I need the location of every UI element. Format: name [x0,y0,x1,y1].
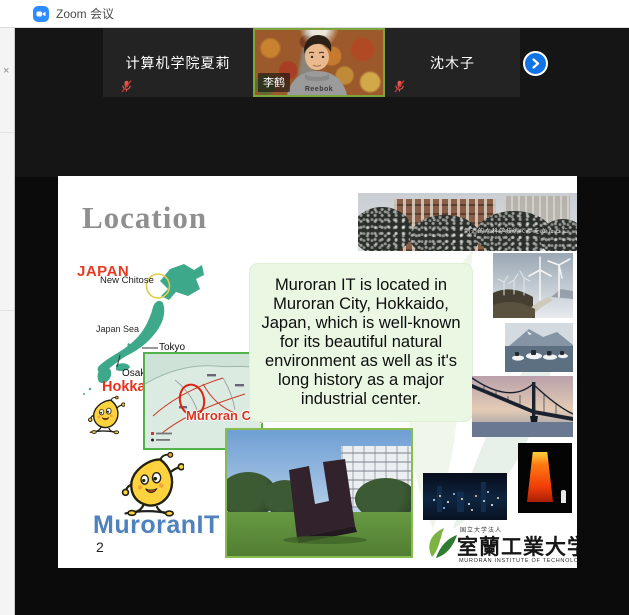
banner-slogan-text: 創造的な科学技術で夢をかたちに [464,226,569,235]
mascot-icon [87,394,125,438]
glowing-steel [527,452,553,502]
campus-banner-photo: 創造的な科学技術で夢をかたちに [358,193,577,251]
close-icon[interactable]: × [3,66,9,77]
shared-slide: Location JAPAN New Chitose Japan Sea Tok… [58,176,577,568]
participant-tile-lihe-video[interactable]: Reebok 李鹤 [253,28,385,97]
worker-figure [561,490,566,503]
map-label-japan-sea: Japan Sea [96,324,139,334]
sculpture-campus-photo [225,428,413,558]
slide-title: Location [82,200,207,236]
factory-tower [437,486,442,512]
participant-name: 沈木子 [430,53,475,73]
factory-tower [481,482,486,512]
description-text: Muroran IT is located in Muroran City, H… [257,276,465,409]
wind-turbines-photo [493,253,573,318]
logo-university-name-en: MURORAN INSTITUTE OF TECHNOLOGY [459,558,577,564]
participant-tile-shenmuzi[interactable]: 沈木子 [385,28,520,97]
chevron-right-icon [529,57,542,70]
window-titlebar: Zoom 会议 [0,0,629,28]
participant-tile-xiali[interactable]: 计算机学院夏莉 [103,28,253,97]
window-title: Zoom 会议 [56,5,114,22]
mascot-name-text: MuroranIT [93,511,220,540]
university-leaf-logo [425,526,458,560]
map-label-new-chitose: New Chitose [100,275,154,286]
participant-name-tag: 李鹤 [258,73,290,92]
description-box: Muroran IT is located in Muroran City, H… [249,263,473,422]
slide-page-number: 2 [96,539,104,555]
mic-muted-icon [394,80,405,93]
wind-turbines-drawing [493,253,573,318]
factory-lights [423,473,425,475]
snowy-tree [358,207,412,251]
sea-jetski-photo [505,323,573,372]
divider [0,132,14,133]
snowy-tree [540,219,577,251]
participant-name: 计算机学院夏莉 [126,53,231,73]
next-participants-button[interactable] [523,51,548,76]
mic-muted-icon [121,80,132,93]
shirt-brand-text: Reebok [305,86,333,93]
logo-university-name-jp: 室蘭工業大学 [457,531,577,561]
factory-tower [457,492,464,512]
zoom-app-icon [33,6,49,22]
background-window-strip: × [0,28,15,615]
bridge-photo [472,376,573,437]
mascot-icon [120,452,184,520]
factory-night-photo [423,473,507,520]
sculpture [267,452,377,544]
divider [0,310,14,311]
bridge-drawing [472,376,573,437]
camera-icon [35,8,47,20]
sea-drawing [505,323,573,372]
steel-furnace-photo [518,443,572,513]
